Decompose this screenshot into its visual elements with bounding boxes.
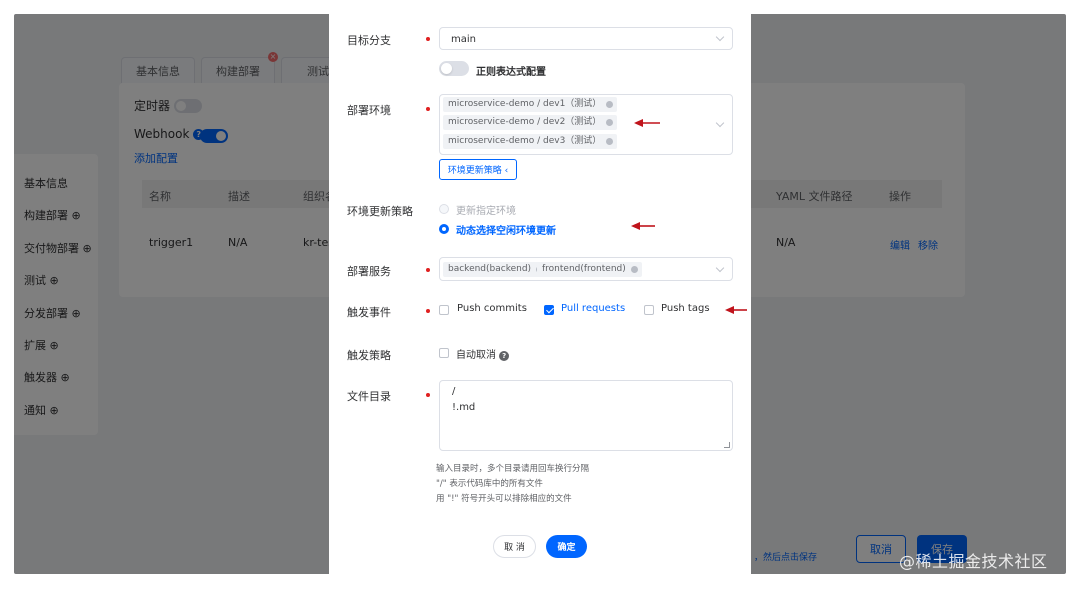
file-dir-textarea[interactable]: / !.md: [439, 380, 733, 451]
env-chip[interactable]: microservice-demo / dev3（测试）: [443, 134, 618, 149]
chevron-down-icon: [715, 32, 725, 42]
target-branch-label: 目标分支: [347, 34, 391, 47]
auto-cancel-checkbox[interactable]: [439, 348, 449, 358]
push-commits-checkbox[interactable]: [439, 305, 449, 315]
annotation-arrow-icon: [631, 222, 655, 230]
file-dir-hint: "/" 表示代码库中的所有文件: [436, 479, 543, 489]
watermark: @稀土掘金技术社区: [899, 552, 1048, 571]
push-tags-label: Push tags: [661, 303, 710, 314]
radio-dynamic-idle-env-label: 动态选择空闲环境更新: [456, 226, 556, 237]
required-mark: [426, 309, 430, 313]
target-branch-value: main: [451, 34, 476, 45]
regex-toggle[interactable]: [439, 61, 469, 76]
annotation-arrow-icon: [634, 119, 660, 127]
radio-dynamic-idle-env[interactable]: [439, 224, 449, 234]
env-chip[interactable]: microservice-demo / dev1（测试）: [443, 97, 618, 112]
radio-update-specified-label: 更新指定环境: [456, 206, 516, 217]
env-update-strategy-button[interactable]: 环境更新策略 ‹: [439, 159, 517, 180]
file-dir-hint: 输入目录时，多个目录请用回车换行分隔: [436, 464, 590, 474]
service-chip[interactable]: backend(backend): [443, 262, 548, 277]
env-update-strategy-label: 环境更新策略: [347, 205, 413, 218]
target-branch-select[interactable]: main: [439, 27, 733, 50]
chip-close-icon[interactable]: [630, 266, 638, 273]
trigger-events-label: 触发事件: [347, 306, 391, 319]
file-dir-hint: 用 "!" 符号开头可以排除相应的文件: [436, 494, 572, 504]
file-dir-label: 文件目录: [347, 390, 391, 403]
chevron-down-icon: [715, 118, 725, 128]
deploy-env-label: 部署环境: [347, 104, 391, 117]
env-chip[interactable]: microservice-demo / dev2（测试）: [443, 115, 618, 130]
trigger-config-dialog: 目标分支 main 正则表达式配置 部署环境 microservice-demo…: [329, 14, 751, 574]
file-dir-line: !.md: [452, 402, 476, 413]
auto-cancel-text: 自动取消: [456, 350, 496, 361]
cancel-button[interactable]: 取 消: [493, 535, 536, 558]
deploy-service-label: 部署服务: [347, 265, 391, 278]
trigger-strategy-label: 触发策略: [347, 349, 391, 362]
pull-requests-checkbox[interactable]: [544, 305, 554, 315]
chip-close-icon[interactable]: [606, 138, 614, 145]
required-mark: [426, 393, 430, 397]
annotation-arrow-icon: [725, 306, 747, 314]
chevron-down-icon: [715, 263, 725, 273]
service-chip[interactable]: frontend(frontend): [537, 262, 642, 277]
confirm-button[interactable]: 确定: [546, 535, 587, 558]
chip-close-icon[interactable]: [606, 101, 614, 108]
required-mark: [426, 37, 430, 41]
regex-toggle-label: 正则表达式配置: [476, 67, 546, 78]
auto-cancel-label: 自动取消 ?: [456, 346, 510, 361]
push-tags-checkbox[interactable]: [644, 305, 654, 315]
required-mark: [426, 107, 430, 111]
resize-handle-icon[interactable]: [724, 442, 730, 448]
radio-update-specified[interactable]: [439, 204, 449, 214]
pull-requests-label: Pull requests: [561, 303, 626, 314]
required-mark: [426, 268, 430, 272]
help-icon[interactable]: ?: [499, 351, 510, 361]
chip-close-icon[interactable]: [606, 119, 614, 126]
file-dir-line: /: [452, 386, 456, 397]
push-commits-label: Push commits: [457, 303, 527, 314]
